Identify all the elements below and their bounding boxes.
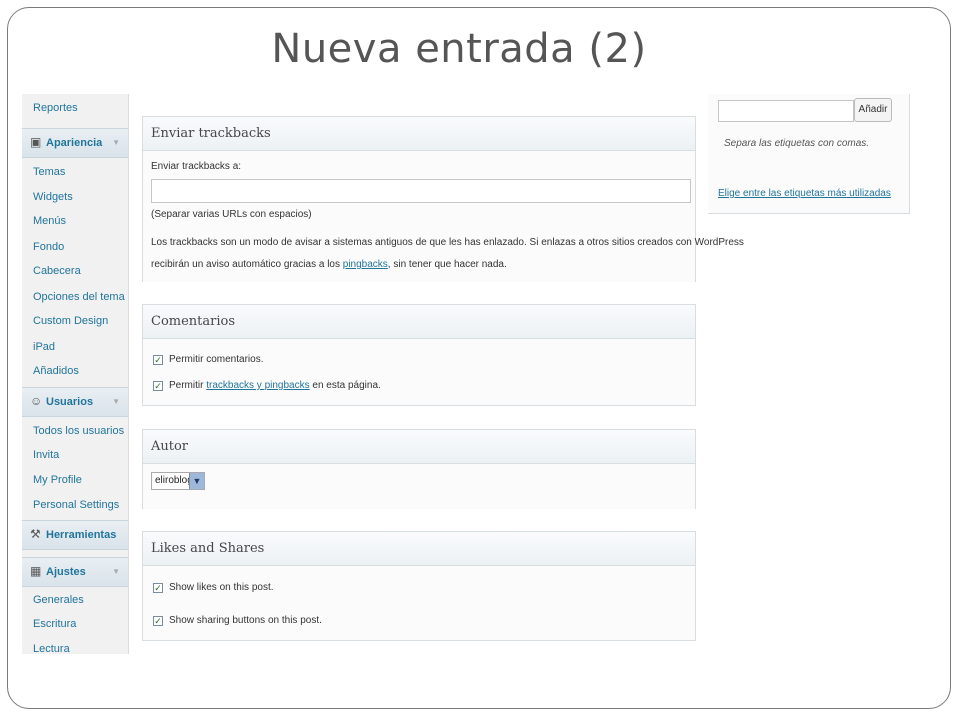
comments-panel: Comentarios ✓ Permitir comentarios. ✓ Pe…	[142, 304, 696, 406]
sidebar-section-label: Usuarios	[46, 396, 94, 408]
sidebar-item-reportes[interactable]: Reportes	[33, 102, 78, 114]
sidebar-section-label: Herramientas	[46, 529, 117, 541]
author-panel: Autor eliroblog ▼	[142, 429, 696, 509]
allow-trackbacks-checkbox[interactable]: ✓	[153, 381, 163, 391]
sidebar-item-temas[interactable]: Temas	[33, 166, 65, 178]
panel-title: Likes and Shares	[143, 532, 695, 566]
label-text: Permitir	[169, 380, 207, 391]
chevron-down-icon: ▼	[112, 567, 120, 576]
sidebar-item-my-profile[interactable]: My Profile	[33, 474, 82, 486]
trackbacks-field-label: Enviar trackbacks a:	[151, 161, 242, 172]
sidebar-item-invita[interactable]: Invita	[33, 449, 59, 461]
sidebar-item-custom-design[interactable]: Custom Design	[33, 315, 108, 327]
appearance-icon: ▣	[30, 135, 42, 149]
trackbacks-pingbacks-link[interactable]: trackbacks y pingbacks	[206, 380, 309, 391]
show-sharing-checkbox[interactable]: ✓	[153, 616, 163, 626]
show-likes-label: Show likes on this post.	[169, 582, 274, 593]
sidebar-section-usuarios[interactable]: ☺ Usuarios ▼	[22, 387, 128, 417]
slide-title: Nueva entrada (2)	[271, 26, 647, 72]
author-selected-value: eliroblog	[155, 475, 193, 486]
sidebar-item-cabecera[interactable]: Cabecera	[33, 265, 81, 277]
chevron-down-icon[interactable]: ▼	[189, 473, 204, 489]
sidebar-item-personal-settings[interactable]: Personal Settings	[33, 499, 119, 511]
sidebar-item-widgets[interactable]: Widgets	[33, 191, 73, 203]
sidebar-item-ipad[interactable]: iPad	[33, 341, 55, 353]
users-icon: ☺	[30, 394, 43, 408]
chevron-down-icon: ▼	[112, 138, 120, 147]
settings-icon: ▦	[30, 564, 42, 578]
tags-box: Añadir Separa las etiquetas con comas. E…	[708, 94, 910, 214]
panel-title: Autor	[143, 430, 695, 464]
tags-input[interactable]	[718, 100, 854, 122]
sidebar-section-label: Ajustes	[46, 566, 86, 578]
trackbacks-description: Los trackbacks son un modo de avisar a s…	[151, 237, 744, 248]
show-sharing-label: Show sharing buttons on this post.	[169, 615, 322, 626]
show-likes-checkbox[interactable]: ✓	[153, 583, 163, 593]
most-used-tags-link[interactable]: Elige entre las etiquetas más utilizadas	[718, 188, 891, 199]
allow-comments-checkbox[interactable]: ✓	[153, 355, 163, 365]
sidebar-section-label: Apariencia	[46, 137, 103, 149]
sidebar-section-apariencia[interactable]: ▣ Apariencia ▼	[22, 128, 128, 158]
trackbacks-hint: (Separar varias URLs con espacios)	[151, 209, 312, 220]
likes-shares-panel: Likes and Shares ✓ Show likes on this po…	[142, 531, 696, 641]
label-text: en esta página.	[309, 380, 381, 391]
tools-icon: ⚒	[30, 527, 41, 541]
trackbacks-panel: Enviar trackbacks Enviar trackbacks a: (…	[142, 116, 744, 282]
author-select[interactable]: eliroblog ▼	[151, 472, 205, 490]
sidebar-section-ajustes[interactable]: ▦ Ajustes ▼	[22, 557, 128, 587]
pingbacks-link[interactable]: pingbacks	[343, 259, 388, 270]
trackbacks-input[interactable]	[151, 179, 691, 203]
sidebar-item-anadidos[interactable]: Añadidos	[33, 365, 79, 377]
panel-title: Enviar trackbacks	[143, 117, 695, 151]
sidebar-section-herramientas[interactable]: ⚒ Herramientas	[22, 520, 128, 550]
tags-hint: Separa las etiquetas con comas.	[724, 138, 870, 149]
sidebar-item-escritura[interactable]: Escritura	[33, 618, 76, 630]
sidebar-item-menus[interactable]: Menús	[33, 215, 66, 227]
description-text: , sin tener que hacer nada.	[387, 259, 507, 270]
wordpress-screenshot: Reportes ▣ Apariencia ▼ Temas Widgets Me…	[22, 94, 910, 654]
sidebar-item-fondo[interactable]: Fondo	[33, 241, 64, 253]
sidebar-item-lectura[interactable]: Lectura	[33, 643, 70, 654]
description-text: recibirán un aviso automático gracias a …	[151, 259, 343, 270]
allow-comments-label: Permitir comentarios.	[169, 354, 264, 365]
allow-trackbacks-label: Permitir trackbacks y pingbacks en esta …	[169, 380, 381, 391]
sidebar-item-todos-usuarios[interactable]: Todos los usuarios	[33, 425, 124, 437]
sidebar-item-generales[interactable]: Generales	[33, 594, 84, 606]
add-tag-button[interactable]: Añadir	[854, 98, 892, 122]
admin-sidebar: Reportes ▣ Apariencia ▼ Temas Widgets Me…	[22, 94, 129, 654]
sidebar-item-opciones-tema[interactable]: Opciones del tema	[33, 291, 125, 303]
trackbacks-description-2: recibirán un aviso automático gracias a …	[151, 259, 507, 270]
panel-title: Comentarios	[143, 305, 695, 339]
chevron-down-icon: ▼	[112, 397, 120, 406]
